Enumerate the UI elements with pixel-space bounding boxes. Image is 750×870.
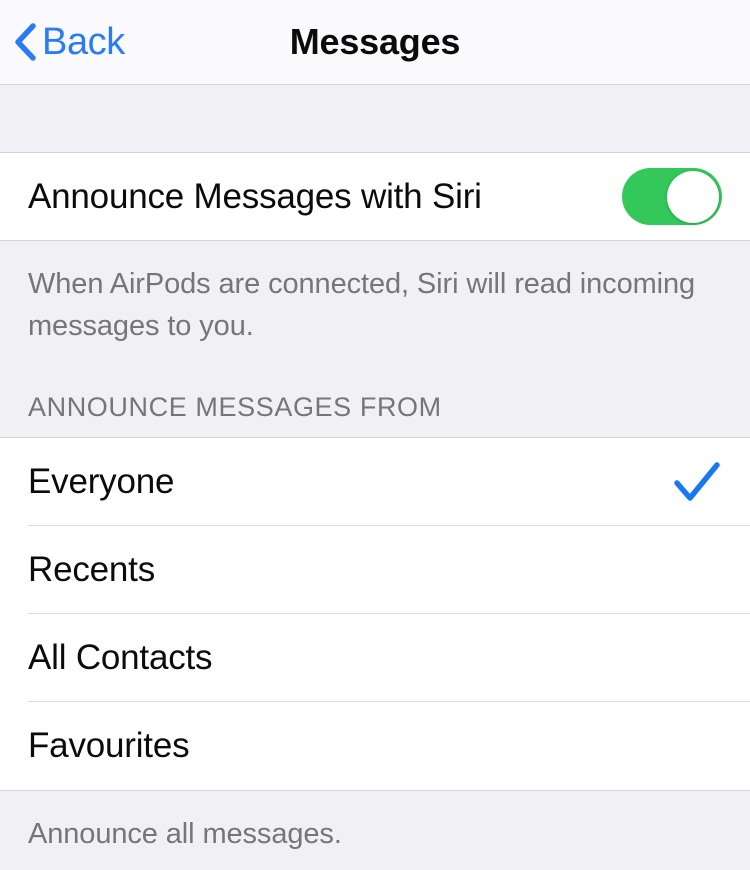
announce-messages-footnote: When AirPods are connected, Siri will re… xyxy=(0,241,750,353)
page-title: Messages xyxy=(289,21,461,62)
option-label: Favourites xyxy=(28,726,190,765)
option-label: Recents xyxy=(28,550,155,589)
option-label: All Contacts xyxy=(28,638,213,677)
settings-screen: Back Messages Announce Messages with Sir… xyxy=(0,0,750,870)
option-label: Everyone xyxy=(28,462,175,501)
announce-from-section-header: ANNOUNCE MESSAGES FROM xyxy=(0,353,750,438)
announce-messages-row[interactable]: Announce Messages with Siri xyxy=(0,153,750,241)
announce-messages-toggle[interactable] xyxy=(622,168,722,225)
option-row-everyone[interactable]: Everyone xyxy=(0,438,750,526)
toggle-knob xyxy=(667,170,719,223)
announce-messages-label: Announce Messages with Siri xyxy=(28,176,482,216)
option-row-all-contacts[interactable]: All Contacts xyxy=(0,614,750,702)
announce-from-list: Everyone Recents All Contacts Favourites xyxy=(0,438,750,790)
top-spacer xyxy=(0,85,750,153)
option-row-recents[interactable]: Recents xyxy=(0,526,750,614)
checkmark-icon xyxy=(674,462,720,501)
option-row-favourites[interactable]: Favourites xyxy=(0,702,750,790)
navigation-bar: Back Messages xyxy=(0,0,750,85)
announce-from-footnote: Announce all messages. xyxy=(0,791,750,870)
